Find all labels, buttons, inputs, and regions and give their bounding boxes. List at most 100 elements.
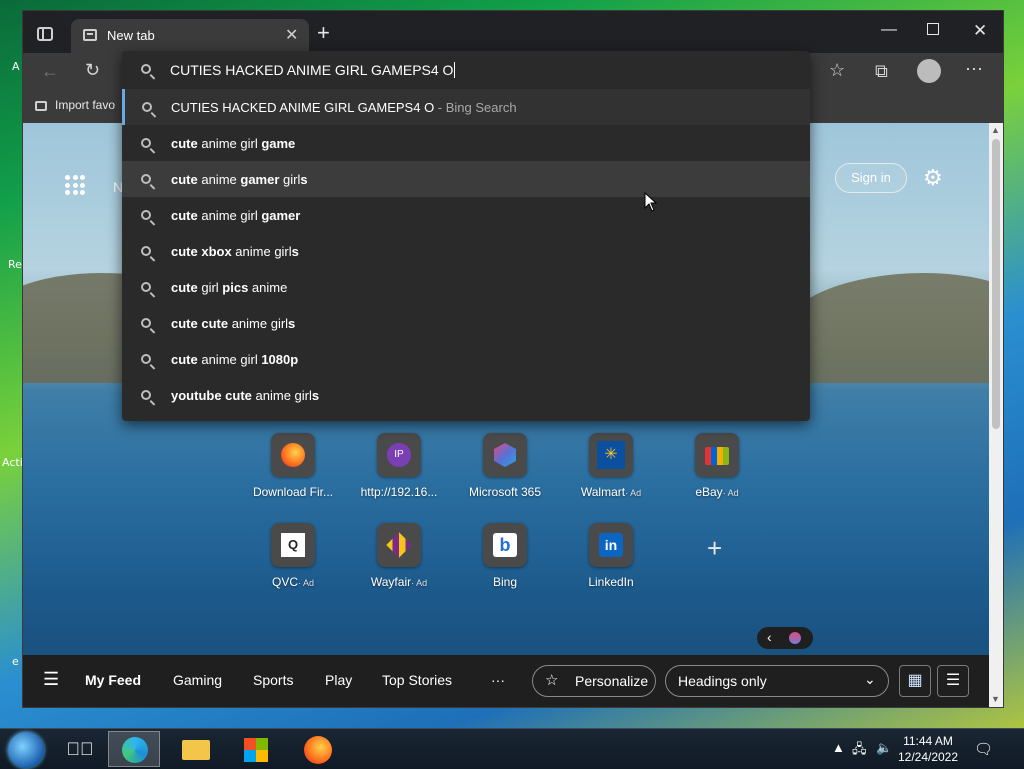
feed-tab-my-feed[interactable]: My Feed	[85, 672, 141, 688]
qvc-icon: Q	[271, 523, 315, 567]
task-view-icon[interactable]: ▯⃞	[54, 731, 106, 767]
ebay-icon	[695, 433, 739, 477]
file-explorer-icon[interactable]	[170, 731, 222, 767]
more-menu-icon[interactable]: ⋯	[965, 59, 983, 80]
background-info-icon[interactable]	[789, 632, 801, 644]
minimize-icon[interactable]: —	[881, 21, 897, 39]
tile-label: Bing	[492, 575, 518, 589]
import-favorites-link[interactable]: Import favo	[35, 98, 115, 112]
suggestion-text-part: anime	[248, 280, 288, 295]
chevron-left-icon[interactable]: ‹	[767, 629, 772, 645]
page-scrollbar[interactable]: ▲ ▼	[989, 123, 1003, 707]
new-tab-icon[interactable]: +	[317, 22, 330, 44]
suggestion-item[interactable]: cute anime girl game	[122, 125, 810, 161]
suggestion-text-part: gamer	[240, 172, 280, 187]
quick-link-tile[interactable]: eBay· Ad	[667, 433, 767, 499]
wayfair-icon	[377, 523, 421, 567]
profile-avatar-icon[interactable]	[917, 59, 941, 83]
suggestion-text-part: s	[311, 388, 320, 403]
quick-link-tile[interactable]: in LinkedIn	[561, 523, 661, 589]
search-icon	[141, 174, 151, 184]
quick-link-tile[interactable]: Q QVC· Ad	[243, 523, 343, 589]
tile-label: Wayfair	[370, 575, 412, 589]
firefox-icon	[271, 433, 315, 477]
suggestion-item[interactable]: youtube cute anime girls	[122, 377, 810, 413]
suggestion-item[interactable]: cute anime gamer girls	[122, 161, 810, 197]
maximize-icon[interactable]	[927, 23, 939, 35]
walmart-glyph: ✳	[597, 441, 625, 469]
suggestion-bing-search[interactable]: CUTIES HACKED ANIME GIRL GAMEPS4 O - Bin…	[122, 89, 810, 125]
suggestion-text-part: pics	[222, 280, 249, 295]
import-favorites-label: Import favo	[55, 98, 116, 112]
tab-new-tab[interactable]: New tab ✕	[71, 19, 309, 53]
personalize-label: Personalize	[575, 673, 649, 689]
close-tab-icon[interactable]: ✕	[285, 25, 298, 45]
feed-tab-top-stories[interactable]: Top Stories	[382, 672, 452, 688]
carousel-control[interactable]: ‹	[757, 627, 813, 649]
favorites-icon[interactable]: ☆	[829, 60, 845, 81]
refresh-icon[interactable]: ↻	[85, 60, 100, 81]
suggestion-item[interactable]: cute girl pics anime	[122, 269, 810, 305]
edge-taskbar-icon[interactable]	[108, 731, 160, 767]
quick-link-tile[interactable]: Wayfair· Ad	[349, 523, 449, 589]
more-tabs-icon[interactable]: ···	[491, 672, 505, 688]
clock[interactable]: 11:44 AM 12/24/2022	[896, 733, 960, 765]
suggestion-text-part: cute xbox	[171, 244, 232, 259]
layout-select[interactable]: Headings only ⌄	[665, 665, 889, 697]
app-launcher-icon[interactable]	[65, 175, 85, 195]
tab-actions-icon[interactable]	[37, 27, 53, 41]
ad-badge: · Ad	[722, 488, 739, 498]
quick-link-tile[interactable]: Download Fir...	[243, 433, 343, 499]
gear-icon[interactable]: ⚙	[923, 165, 943, 191]
suggestion-item[interactable]: cute cute anime girls	[122, 305, 810, 341]
start-button[interactable]	[8, 732, 44, 768]
hamburger-menu-icon[interactable]: ☰	[43, 669, 59, 690]
walmart-icon: ✳	[589, 433, 633, 477]
add-shortcut-icon[interactable]: +	[707, 533, 722, 564]
quick-link-tile[interactable]: IP http://192.16...	[349, 433, 449, 499]
quick-link-tile[interactable]: b Bing	[455, 523, 555, 589]
feed-tab-play[interactable]: Play	[325, 672, 352, 688]
feed-tab-gaming[interactable]: Gaming	[173, 672, 222, 688]
suggestion-text-part: game	[261, 136, 296, 151]
suggestion-text-part: cute	[171, 136, 198, 151]
list-view-icon[interactable]: ☰	[937, 665, 969, 697]
scroll-thumb[interactable]	[992, 139, 1000, 429]
quick-link-tile[interactable]: ✳ Walmart· Ad	[561, 433, 661, 499]
notification-icon[interactable]: 🗨	[974, 740, 993, 758]
suggestion-text-part: anime	[197, 172, 241, 187]
back-icon[interactable]: ←	[41, 61, 59, 82]
suggestion-item[interactable]: cute xbox anime girls	[122, 233, 810, 269]
suggestion-item[interactable]: cute anime girl gamer	[122, 197, 810, 233]
bing-icon: b	[483, 523, 527, 567]
desktop-icon-label: Acti	[2, 456, 23, 469]
search-icon	[142, 102, 152, 112]
store-icon[interactable]	[230, 731, 282, 767]
tab-title: New tab	[107, 28, 155, 43]
network-icon[interactable]: 🖧	[852, 740, 867, 762]
desktop-icon-label: Re	[8, 258, 22, 271]
firefox-taskbar-icon[interactable]	[292, 731, 344, 767]
chevron-down-icon: ⌄	[864, 671, 876, 687]
collections-icon[interactable]: ⧉	[875, 61, 888, 82]
suggestion-item[interactable]: cute anime girl 1080p	[122, 341, 810, 377]
scroll-down-icon[interactable]: ▼	[991, 694, 1000, 704]
quick-link-tile[interactable]: Microsoft 365	[455, 433, 555, 499]
feed-tab-sports[interactable]: Sports	[253, 672, 293, 688]
text-caret	[454, 62, 456, 78]
close-window-icon[interactable]: ✕	[973, 21, 987, 41]
tile-label: QVC	[271, 575, 298, 589]
suggestion-text-part: cute	[171, 280, 198, 295]
new-tab-page-icon	[83, 29, 97, 41]
suggestion-text: CUTIES HACKED ANIME GIRL GAMEPS4 O	[171, 100, 435, 115]
microsoft365-icon	[483, 433, 527, 477]
show-hidden-icons-icon[interactable]: ▲	[832, 740, 845, 755]
grid-view-icon[interactable]: ▦	[899, 665, 931, 697]
sign-in-button[interactable]: Sign in	[835, 163, 907, 193]
volume-muted-icon[interactable]: 🔈	[876, 740, 892, 756]
suggestion-text-part: girl	[197, 280, 223, 295]
personalize-button[interactable]: ☆ Personalize	[532, 665, 656, 697]
address-bar-input[interactable]: CUTIES HACKED ANIME GIRL GAMEPS4 O	[122, 51, 810, 89]
import-icon	[35, 100, 47, 111]
scroll-up-icon[interactable]: ▲	[991, 125, 1000, 135]
